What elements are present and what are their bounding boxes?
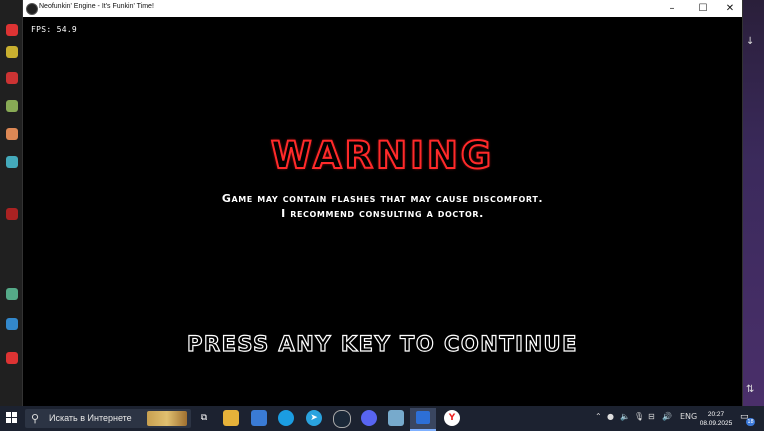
- tray-app-icon[interactable]: ●: [607, 412, 614, 421]
- steam-icon[interactable]: [333, 410, 351, 428]
- edge-icon[interactable]: [278, 410, 294, 426]
- game-window: Neofunkin' Engine - It's Funkin' Time! –…: [22, 0, 743, 406]
- search-placeholder: Искать в Интернете: [49, 413, 132, 423]
- desktop-app-icon[interactable]: [6, 46, 18, 58]
- file-explorer-icon[interactable]: [223, 410, 239, 426]
- clock-date: 08.09.2025: [699, 420, 733, 427]
- desktop-app-icon[interactable]: [6, 318, 18, 330]
- app-logo-icon: [26, 3, 38, 15]
- desktop-app-icon[interactable]: [6, 72, 18, 84]
- store-icon[interactable]: [251, 410, 267, 426]
- discord-icon[interactable]: [361, 410, 377, 426]
- scroll-icon[interactable]: ⇅: [746, 384, 754, 395]
- window-titlebar[interactable]: Neofunkin' Engine - It's Funkin' Time! –…: [23, 0, 742, 18]
- task-view-icon[interactable]: ⧉: [196, 410, 212, 426]
- window-title: Neofunkin' Engine - It's Funkin' Time!: [39, 3, 154, 10]
- desktop-right-edge: ↓ ⇅: [741, 0, 764, 406]
- telegram-icon[interactable]: ➤: [306, 410, 322, 426]
- fps-counter: FPS: 54.9: [31, 25, 78, 34]
- search-highlight-image: [147, 411, 187, 426]
- warning-title: WARNING: [270, 133, 495, 178]
- paint-icon[interactable]: [388, 410, 404, 426]
- windows-start-icon[interactable]: [6, 412, 18, 424]
- warning-message-line2: I recommend consulting a doctor.: [281, 207, 484, 220]
- maximize-icon[interactable]: ☐: [689, 0, 717, 17]
- desktop-app-icon[interactable]: [6, 128, 18, 140]
- language-indicator[interactable]: ENG: [680, 412, 697, 421]
- notifications-icon[interactable]: ▭ 18: [740, 412, 755, 426]
- tray-expand-icon[interactable]: ⌃: [595, 412, 602, 421]
- notification-count: 18: [746, 418, 755, 426]
- clock[interactable]: 20:27 08.09.2025: [699, 410, 733, 428]
- speaker-icon[interactable]: 🔊: [662, 412, 672, 421]
- clock-time: 20:27: [707, 411, 725, 418]
- active-app-button[interactable]: [410, 408, 436, 431]
- minimize-icon[interactable]: –: [658, 0, 686, 17]
- microphone-icon[interactable]: 🎙: [634, 412, 644, 421]
- desktop-app-icon[interactable]: [6, 24, 18, 36]
- desktop-app-icon[interactable]: [6, 288, 18, 300]
- press-any-key-prompt: PRESS ANY KEY TO CONTINUE: [186, 331, 578, 356]
- desktop-left-edge: [0, 0, 22, 406]
- active-app-icon: [416, 411, 430, 424]
- desktop-app-icon[interactable]: [6, 208, 18, 220]
- search-box[interactable]: ⚲ Искать в Интернете: [25, 409, 191, 428]
- network-icon[interactable]: ⊟: [648, 412, 655, 421]
- desktop-app-icon[interactable]: [6, 352, 18, 364]
- close-icon[interactable]: ✕: [716, 0, 744, 17]
- desktop-app-icon[interactable]: [6, 100, 18, 112]
- warning-message-line1: Game may contain flashes that may cause …: [221, 192, 544, 205]
- taskbar: ⚲ Искать в Интернете ⧉ ➤ Y ⌃ ● 🔈 🎙 ⊟ 🔊 E…: [0, 406, 764, 431]
- desktop-app-icon[interactable]: [6, 156, 18, 168]
- yandex-browser-icon[interactable]: Y: [444, 410, 460, 426]
- download-arrow-icon[interactable]: ↓: [746, 36, 754, 47]
- search-icon: ⚲: [31, 412, 40, 425]
- game-canvas[interactable]: FPS: 54.9 WARNING Game may contain flash…: [23, 17, 742, 406]
- volume-mute-icon[interactable]: 🔈: [620, 412, 630, 421]
